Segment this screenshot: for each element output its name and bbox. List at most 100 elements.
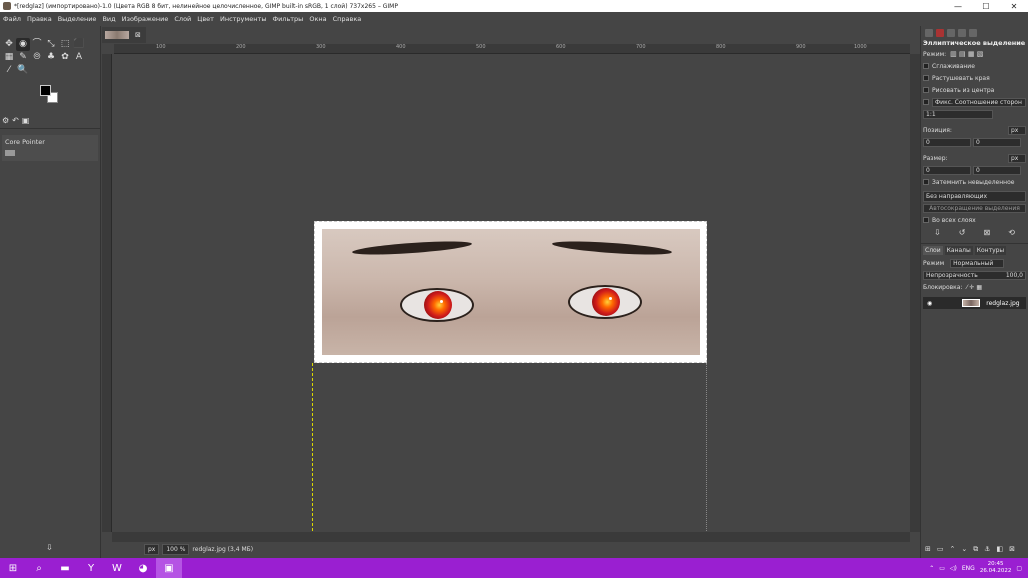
color-picker-tool-icon[interactable]: ⁄ — [2, 64, 16, 77]
merged-checkbox[interactable] — [923, 217, 929, 223]
tab-channels[interactable]: Каналы — [944, 246, 973, 255]
horizontal-scrollbar[interactable] — [112, 532, 910, 542]
menu-windows[interactable]: Окна — [309, 15, 326, 23]
fixed-checkbox[interactable] — [923, 99, 929, 105]
move-tool-icon[interactable]: ✥ — [2, 38, 16, 51]
menu-filters[interactable]: Фильтры — [272, 15, 303, 23]
paintbrush-tool-icon[interactable]: ✎ — [16, 51, 30, 64]
tab-paths[interactable]: Контуры — [974, 246, 1007, 255]
minimize-button[interactable]: — — [944, 2, 972, 11]
close-tab-icon[interactable]: ⊠ — [135, 31, 141, 39]
menu-help[interactable]: Справка — [333, 15, 362, 23]
search-icon[interactable]: ⌕ — [26, 558, 52, 578]
smudge-tool-icon[interactable]: ✿ — [58, 51, 72, 64]
images-tab-icon[interactable]: ▣ — [22, 116, 30, 125]
menu-edit[interactable]: Правка — [27, 15, 52, 23]
feather-checkbox[interactable] — [923, 75, 929, 81]
language-indicator[interactable]: ENG — [962, 565, 975, 572]
delete-options-icon[interactable]: ⊠ — [984, 228, 991, 237]
layer-item[interactable]: ◉ redglaz.jpg — [923, 297, 1026, 309]
position-unit-select[interactable]: px — [1008, 125, 1026, 135]
fonts-tab-icon[interactable] — [958, 29, 966, 37]
network-icon[interactable]: ▭ — [939, 565, 945, 572]
undo-tab-icon[interactable]: ↶ — [12, 116, 19, 125]
save-options-icon[interactable]: ⇩ — [934, 228, 941, 237]
vertical-scrollbar[interactable] — [910, 54, 920, 532]
tab-layers[interactable]: Слои — [923, 246, 943, 255]
foreground-color-swatch[interactable] — [40, 85, 51, 96]
fixed-select[interactable]: Фикс. Соотношение сторон — [932, 97, 1026, 107]
brushes-tab-icon[interactable] — [936, 29, 944, 37]
from-center-checkbox[interactable] — [923, 87, 929, 93]
explorer-icon[interactable]: ▬ — [52, 558, 78, 578]
guides-select[interactable]: Без направляющих — [923, 190, 1026, 202]
menu-colors[interactable]: Цвет — [197, 15, 214, 23]
highlight-checkbox[interactable] — [923, 179, 929, 185]
position-x-input[interactable]: 0 — [923, 137, 971, 147]
mask-icon[interactable]: ◧ — [997, 545, 1004, 554]
clone-tool-icon[interactable]: ♣ — [44, 51, 58, 64]
device-tab-icon[interactable]: ⚙ — [2, 116, 9, 125]
anchor-icon[interactable]: ⚓ — [984, 545, 990, 554]
close-button[interactable]: ✕ — [1000, 2, 1028, 11]
restore-options-icon[interactable]: ↺ — [959, 228, 966, 237]
gradient-tool-icon[interactable]: ▦ — [2, 51, 16, 64]
size-h-input[interactable]: 0 — [973, 165, 1021, 175]
raise-layer-icon[interactable]: ⌃ — [950, 545, 956, 554]
free-select-tool-icon[interactable]: ⌒ — [30, 38, 44, 51]
size-unit-select[interactable]: px — [1008, 153, 1026, 163]
zoom-select[interactable]: 100 % — [162, 543, 190, 555]
notifications-icon[interactable]: ▢ — [1016, 565, 1022, 572]
start-icon[interactable]: ⊞ — [0, 558, 26, 578]
lock-icons[interactable]: ⁄ ✛ ▦ — [966, 284, 982, 291]
document-tab-icon[interactable] — [969, 29, 977, 37]
image-canvas[interactable] — [314, 221, 707, 363]
clock[interactable]: 20:45 26.04.2022 — [980, 561, 1012, 575]
ellipse-select-tool-icon[interactable]: ◉ — [16, 38, 30, 51]
patterns-tab-icon[interactable] — [947, 29, 955, 37]
mode-buttons[interactable]: ▥ ▤ ▦ ▧ — [950, 50, 983, 58]
tray-chevron-icon[interactable]: ⌃ — [929, 565, 934, 572]
vertical-ruler[interactable] — [102, 54, 112, 532]
canvas-area[interactable]: 100 200 300 400 500 600 700 800 900 1000 — [102, 44, 920, 542]
position-y-input[interactable]: 0 — [973, 137, 1021, 147]
crop-tool-icon[interactable]: ⬚ — [58, 38, 72, 51]
yandex-icon[interactable]: Y — [78, 558, 104, 578]
menu-tools[interactable]: Инструменты — [220, 15, 267, 23]
gimp-taskbar-icon[interactable]: ▣ — [156, 558, 182, 578]
menu-view[interactable]: Вид — [102, 15, 115, 23]
reset-options-icon[interactable]: ⟲ — [1008, 228, 1015, 237]
menu-layer[interactable]: Слой — [174, 15, 191, 23]
image-tab[interactable]: ⊠ — [102, 27, 146, 43]
antialias-checkbox[interactable] — [923, 63, 929, 69]
new-layer-icon[interactable]: ⊞ — [925, 545, 931, 554]
horizontal-ruler[interactable]: 100 200 300 400 500 600 700 800 900 1000 — [114, 44, 910, 54]
volume-icon[interactable]: ◁) — [950, 565, 957, 572]
tool-options-tab-icon[interactable] — [925, 29, 933, 37]
menu-file[interactable]: Файл — [3, 15, 21, 23]
bucket-fill-tool-icon[interactable]: ⬛ — [72, 38, 86, 51]
delete-layer-icon[interactable]: ⊠ — [1009, 545, 1015, 554]
maximize-button[interactable]: ☐ — [972, 2, 1000, 11]
text-tool-icon[interactable]: A — [72, 51, 86, 64]
zoom-tool-icon[interactable]: 🔍 — [16, 64, 30, 77]
unit-select[interactable]: px — [144, 543, 160, 555]
group-icon[interactable]: ▭ — [937, 545, 944, 554]
duplicate-layer-icon[interactable]: ⧉ — [973, 545, 978, 554]
size-w-input[interactable]: 0 — [923, 165, 971, 175]
ratio-input[interactable]: 1:1 — [923, 109, 993, 119]
scale-tool-icon[interactable]: ⤡ — [44, 38, 58, 51]
lower-layer-icon[interactable]: ⌄ — [961, 545, 967, 554]
toolbox-bottom-icon[interactable]: ⇩ — [46, 543, 53, 552]
layer-mode-select[interactable]: Нормальный — [950, 258, 1005, 268]
opacity-value[interactable]: 100,0 — [1006, 272, 1023, 279]
eyes-photo — [322, 229, 700, 355]
autoshrink-button[interactable]: Автосокращение выделения — [923, 203, 1026, 213]
eye-icon[interactable]: ◉ — [927, 300, 932, 307]
menu-image[interactable]: Изображение — [122, 15, 169, 23]
word-icon[interactable]: W — [104, 558, 130, 578]
menu-select[interactable]: Выделение — [58, 15, 97, 23]
eraser-tool-icon[interactable]: ⦾ — [30, 51, 44, 64]
chrome-icon[interactable]: ◕ — [130, 558, 156, 578]
core-pointer-button[interactable] — [5, 150, 15, 156]
